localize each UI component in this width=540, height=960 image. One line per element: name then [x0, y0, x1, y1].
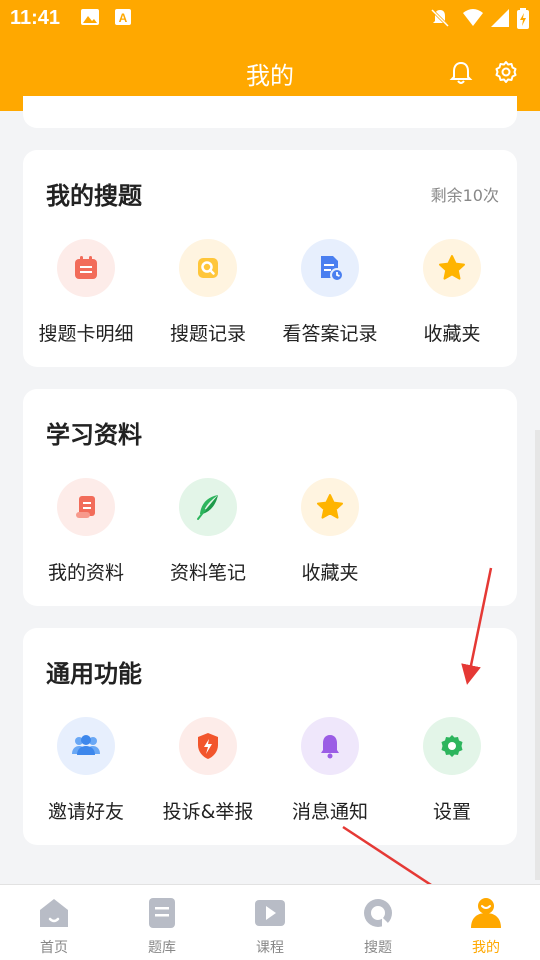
report-shield-icon	[179, 717, 237, 775]
gallery-icon	[81, 9, 99, 25]
notifications-off-icon	[430, 8, 450, 28]
answer-record-button[interactable]: 看答案记录	[269, 239, 391, 346]
home-icon	[40, 899, 68, 927]
status-bar: 11:41 A	[0, 0, 540, 36]
tab-course[interactable]: 课程	[216, 885, 324, 960]
report-button[interactable]: 投诉&举报	[147, 717, 269, 824]
item-label: 消息通知	[291, 801, 368, 823]
bottom-tab-bar: 首页 题库 课程 搜题 我的	[0, 884, 540, 960]
search-record-icon	[179, 239, 237, 297]
tab-question-bank[interactable]: 题库	[108, 885, 216, 960]
general-functions-card: 通用功能 邀请好友 投诉&举报 消息通知 设置	[23, 628, 517, 845]
answer-record-icon	[301, 239, 359, 297]
tab-label: 题库	[148, 940, 176, 956]
tab-profile[interactable]: 我的	[432, 885, 540, 960]
search-tab-icon	[364, 899, 392, 927]
section-title: 学习资料	[46, 421, 142, 449]
tab-label: 我的	[472, 940, 500, 956]
search-questions-card: 我的搜题 剩余10次 搜题卡明细 搜题记录 看答案记录 收藏夹	[23, 150, 517, 367]
card-detail-button[interactable]: 搜题卡明细	[25, 239, 147, 346]
scroll-icon	[57, 478, 115, 536]
star-icon	[423, 239, 481, 297]
a-text-icon: A	[115, 9, 131, 25]
wifi-icon	[463, 9, 483, 26]
item-label: 设置	[432, 801, 471, 823]
tab-home[interactable]: 首页	[0, 885, 108, 960]
notification-bell-icon	[301, 717, 359, 775]
status-time: 11:41	[10, 7, 61, 29]
favorites-button[interactable]: 收藏夹	[269, 478, 391, 585]
item-label: 我的资料	[47, 562, 124, 584]
tab-label: 首页	[40, 940, 68, 956]
material-notes-button[interactable]: 资料笔记	[147, 478, 269, 585]
item-label: 邀请好友	[47, 801, 124, 823]
invite-friends-button[interactable]: 邀请好友	[25, 717, 147, 824]
card-detail-icon	[57, 239, 115, 297]
scrollbar[interactable]	[535, 430, 540, 880]
feather-icon	[179, 478, 237, 536]
invite-friends-icon	[57, 717, 115, 775]
gear-icon[interactable]	[494, 60, 518, 84]
tab-label: 搜题	[364, 940, 392, 956]
favorites-button[interactable]: 收藏夹	[391, 239, 513, 346]
item-label: 看答案记录	[282, 323, 378, 345]
my-materials-button[interactable]: 我的资料	[25, 478, 147, 585]
search-record-button[interactable]: 搜题记录	[147, 239, 269, 346]
settings-button[interactable]: 设置	[391, 717, 513, 824]
section-title: 我的搜题	[46, 182, 142, 210]
previous-card-edge	[23, 96, 517, 128]
question-bank-icon	[149, 898, 175, 928]
item-label: 投诉&举报	[162, 801, 254, 823]
tab-search[interactable]: 搜题	[324, 885, 432, 960]
study-materials-card: 学习资料 我的资料 资料笔记 收藏夹	[23, 389, 517, 606]
signal-icon	[491, 9, 509, 27]
item-label: 资料笔记	[169, 562, 246, 584]
section-title: 通用功能	[46, 660, 142, 688]
remaining-count: 剩余10次	[430, 186, 499, 205]
course-play-icon	[255, 900, 285, 926]
profile-icon	[471, 898, 501, 928]
item-label: 收藏夹	[301, 562, 359, 584]
star-icon	[301, 478, 359, 536]
item-label: 收藏夹	[423, 323, 481, 345]
item-label: 搜题卡明细	[38, 323, 134, 345]
svg-text:A: A	[119, 11, 128, 25]
tab-label: 课程	[256, 940, 284, 956]
notifications-button[interactable]: 消息通知	[269, 717, 391, 824]
battery-icon	[517, 8, 529, 29]
bell-icon[interactable]	[448, 60, 474, 86]
settings-gear-icon	[423, 717, 481, 775]
item-label: 搜题记录	[169, 323, 246, 345]
